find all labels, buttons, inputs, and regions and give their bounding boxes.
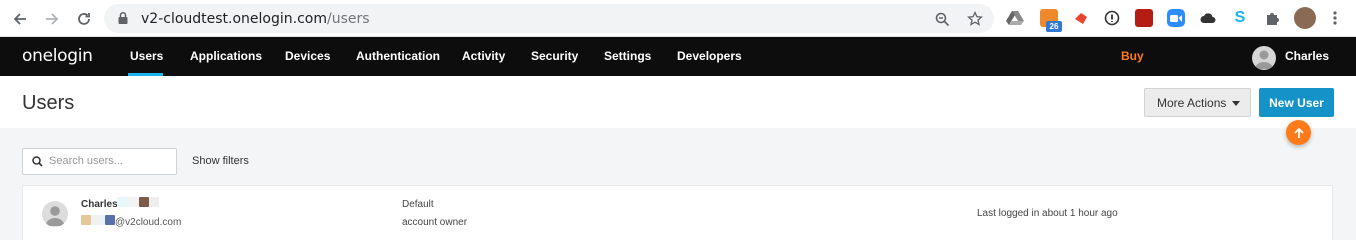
- pdf-extension-icon[interactable]: [1135, 9, 1153, 27]
- redacted-block: [149, 197, 159, 207]
- onelogin-logo[interactable]: onelogin: [22, 46, 93, 66]
- current-user-name[interactable]: Charles: [1285, 49, 1329, 63]
- url-path: /users: [327, 11, 370, 27]
- redacted-block: [117, 197, 129, 207]
- nav-developers[interactable]: Developers: [677, 49, 742, 63]
- profile-avatar[interactable]: [1294, 7, 1316, 29]
- page-title: Users: [22, 92, 75, 114]
- page-header: Users More Actions New User: [0, 76, 1356, 128]
- nav-authentication[interactable]: Authentication: [356, 49, 440, 63]
- user-subrole: account owner: [402, 217, 468, 228]
- more-actions-label: More Actions: [1157, 95, 1227, 110]
- search-icon: [32, 156, 43, 167]
- last-login: Last logged in about 1 hour ago: [977, 208, 1118, 219]
- redacted-block: [105, 215, 115, 225]
- s-extension-icon[interactable]: S: [1231, 9, 1249, 27]
- extension-icon[interactable]: [1072, 9, 1090, 27]
- browser-toolbar: v2-cloudtest.onelogin.com/users 26 S: [0, 0, 1356, 37]
- user-name: Charles: [81, 199, 118, 210]
- reload-icon[interactable]: [73, 8, 95, 30]
- zoom-icon[interactable]: [933, 10, 951, 28]
- drive-extension-icon[interactable]: [1006, 9, 1024, 27]
- user-role: Default: [402, 199, 434, 210]
- bookmark-star-icon[interactable]: [966, 10, 984, 28]
- address-bar[interactable]: v2-cloudtest.onelogin.com/users: [104, 4, 994, 33]
- arrow-up-icon[interactable]: [1286, 120, 1311, 145]
- url-text: v2-cloudtest.onelogin.com/users: [141, 11, 370, 27]
- forward-icon[interactable]: [41, 8, 63, 30]
- nav-users[interactable]: Users: [130, 49, 163, 63]
- extensions-puzzle-icon[interactable]: [1263, 9, 1281, 27]
- nav-applications[interactable]: Applications: [190, 49, 262, 63]
- user-email: @v2cloud.com: [115, 217, 182, 228]
- cloud-extension-icon[interactable]: [1199, 9, 1217, 27]
- search-placeholder: Search users...: [49, 155, 123, 167]
- table-row[interactable]: Charles @v2cloud.com Default account own…: [22, 185, 1333, 240]
- zoom-extension-icon[interactable]: [1167, 9, 1185, 27]
- lock-icon: [118, 11, 128, 24]
- nav-devices[interactable]: Devices: [285, 49, 330, 63]
- redacted-block: [129, 197, 139, 207]
- redacted-block: [139, 197, 149, 207]
- buy-link[interactable]: Buy: [1121, 49, 1144, 63]
- search-users-input[interactable]: Search users...: [22, 148, 177, 175]
- extension-badge: 26: [1046, 21, 1062, 32]
- nav-activity[interactable]: Activity: [462, 49, 505, 63]
- nav-settings[interactable]: Settings: [604, 49, 651, 63]
- caret-down-icon: [1232, 101, 1240, 106]
- redacted-block: [81, 215, 91, 225]
- back-icon[interactable]: [9, 8, 31, 30]
- new-user-button[interactable]: New User: [1259, 88, 1334, 117]
- more-actions-button[interactable]: More Actions: [1144, 88, 1251, 117]
- user-avatar[interactable]: [1252, 46, 1276, 70]
- info-extension-icon[interactable]: [1103, 9, 1121, 27]
- nav-security[interactable]: Security: [531, 49, 578, 63]
- url-host: v2-cloudtest.onelogin.com: [141, 11, 327, 27]
- user-avatar: [42, 201, 68, 227]
- app-navbar: onelogin Users Applications Devices Auth…: [0, 37, 1356, 76]
- redacted-block: [91, 215, 101, 225]
- show-filters-link[interactable]: Show filters: [192, 155, 249, 167]
- menu-kebab-icon[interactable]: [1326, 9, 1344, 27]
